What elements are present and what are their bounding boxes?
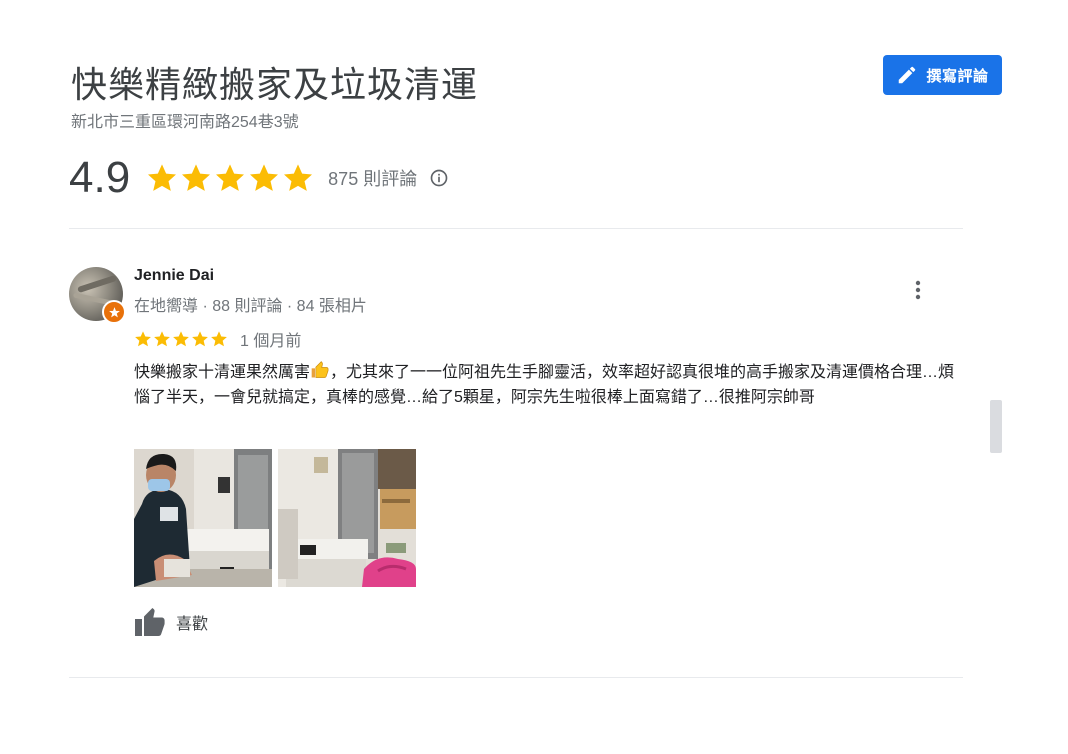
star-icon: [173, 331, 189, 347]
star-icon: [284, 164, 313, 191]
thumbs-up-emoji-icon: [311, 361, 329, 378]
scrollbar-thumb[interactable]: [990, 400, 1002, 453]
place-title: 快樂精緻搬家及垃圾清運: [71, 64, 479, 105]
like-button[interactable]: 喜歡: [134, 606, 208, 638]
place-address: 新北市三重區環河南路254巷3號: [71, 114, 299, 131]
reviews-panel: 快樂精緻搬家及垃圾清運 新北市三重區環河南路254巷3號 撰寫評論 4.9 87…: [0, 0, 1068, 754]
reviewer-name[interactable]: Jennie Dai: [134, 267, 214, 285]
review-rating: 1 個月前: [134, 327, 301, 351]
star-icon: [148, 164, 177, 191]
pencil-icon: [896, 64, 918, 86]
write-review-label: 撰寫評論: [926, 67, 989, 85]
star-icon: [216, 164, 245, 191]
divider: [69, 677, 963, 678]
reviewer-meta: 在地嚮導 · 88 則評論 · 84 張相片: [134, 298, 367, 315]
star-icon: [192, 331, 208, 347]
review-text-part1: 快樂搬家十清運果然厲害: [134, 364, 311, 381]
rating-summary: 4.9 875 則評論: [69, 150, 449, 206]
local-guide-badge-icon: [102, 300, 126, 324]
write-review-button[interactable]: 撰寫評論: [883, 55, 1002, 95]
summary-stars: [146, 162, 314, 194]
review-photos: [134, 449, 416, 587]
like-label: 喜歡: [176, 616, 209, 633]
thumbs-up-icon: [135, 608, 165, 636]
review-photo-1[interactable]: [134, 449, 272, 587]
review-count[interactable]: 875 則評論: [328, 165, 417, 191]
review-stars: [134, 330, 228, 348]
star-icon: [182, 164, 211, 191]
review-photo-2[interactable]: [278, 449, 416, 587]
review-text: 快樂搬家十清運果然厲害 ，尤其來了一一位阿祖先生手腳靈活，效率超好認真很堆的高手…: [134, 360, 964, 410]
divider: [69, 228, 963, 229]
more-options-icon[interactable]: [904, 276, 932, 304]
average-rating: 4.9: [69, 153, 131, 202]
info-icon[interactable]: [429, 168, 449, 188]
star-icon: [135, 331, 151, 347]
star-icon: [250, 164, 279, 191]
star-icon: [211, 331, 227, 347]
review-time: 1 個月前: [240, 333, 302, 350]
star-icon: [154, 331, 170, 347]
